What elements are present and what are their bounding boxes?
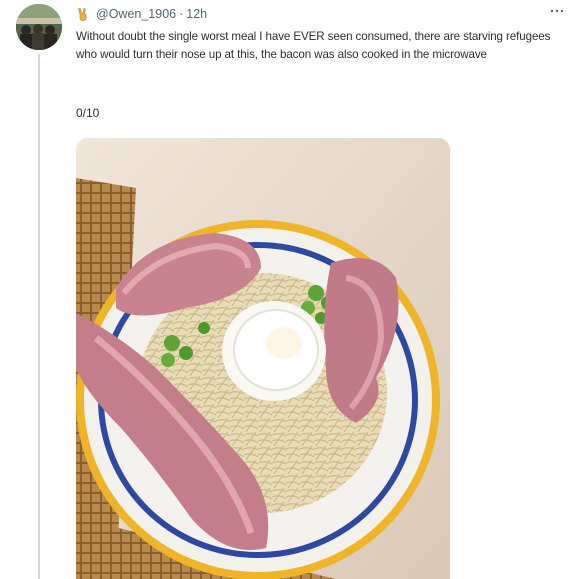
tweet-header: @Owen_1906 · 12h xyxy=(76,7,207,21)
tweet-body-text: Without doubt the single worst meal I ha… xyxy=(76,30,551,61)
victory-hand-icon xyxy=(78,7,87,21)
tweet-rating-text: 0/10 xyxy=(76,106,100,120)
tweet-timestamp[interactable]: 12h xyxy=(186,7,207,21)
meal-photo-icon xyxy=(76,138,450,579)
avatar-photo-icon xyxy=(16,4,62,50)
thread-line xyxy=(38,54,40,579)
user-handle[interactable]: @Owen_1906 xyxy=(96,7,176,21)
more-options-icon[interactable] xyxy=(549,6,565,16)
header-separator: · xyxy=(179,7,184,21)
tweet-media-photo[interactable] xyxy=(76,138,450,579)
user-avatar[interactable] xyxy=(16,4,62,50)
tweet-container: @Owen_1906 · 12h Without doubt the singl… xyxy=(0,0,577,579)
